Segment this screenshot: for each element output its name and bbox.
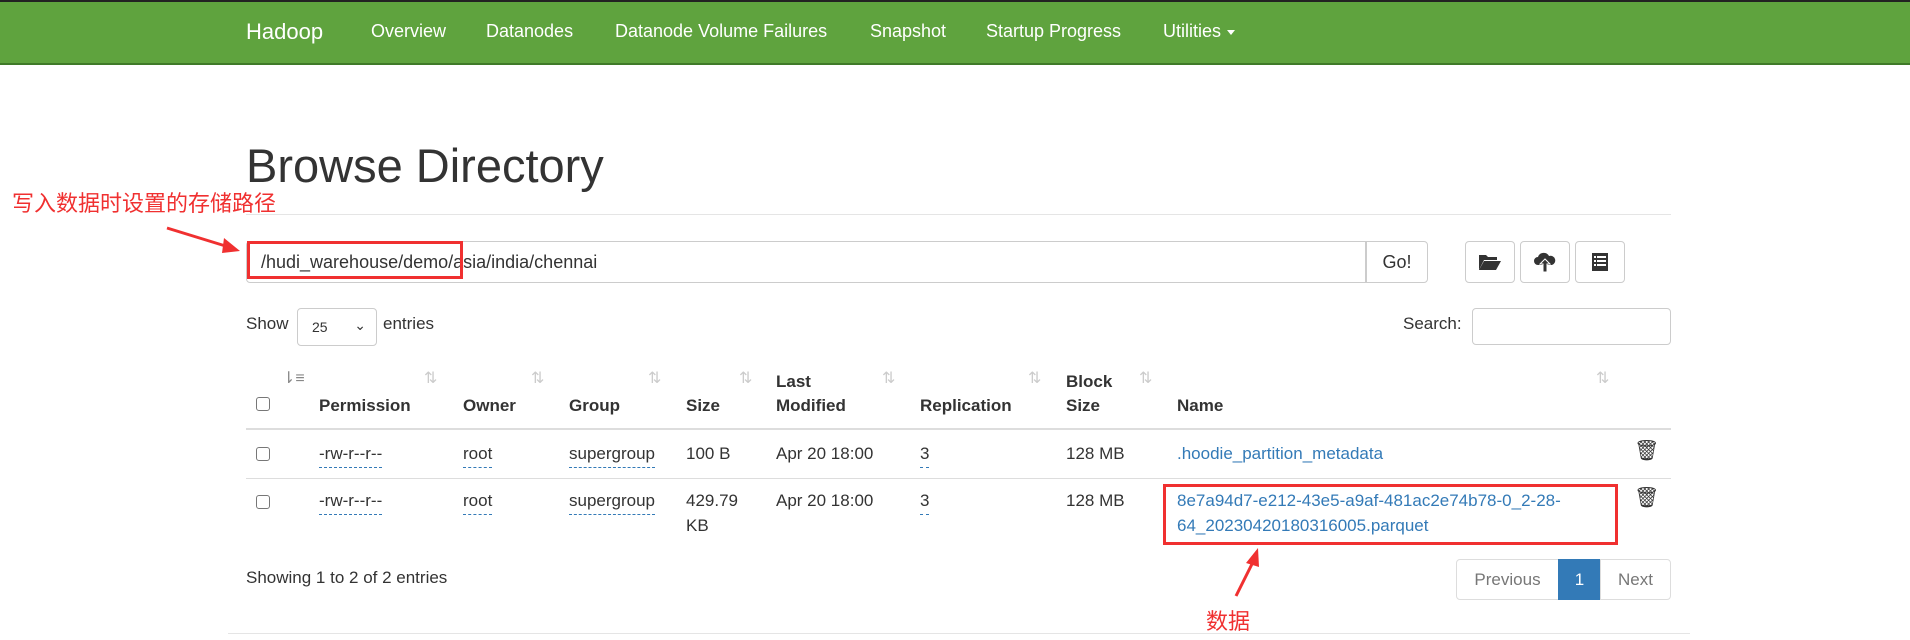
arrow-head (222, 238, 240, 253)
arrow-head (1246, 548, 1259, 567)
arrow-to-file (1234, 559, 1256, 597)
arrow-to-path (166, 226, 233, 250)
file-highlight-box (1163, 484, 1618, 545)
data-annotation: 数据 (1206, 609, 1251, 634)
annotation-arrows (166, 226, 1259, 597)
